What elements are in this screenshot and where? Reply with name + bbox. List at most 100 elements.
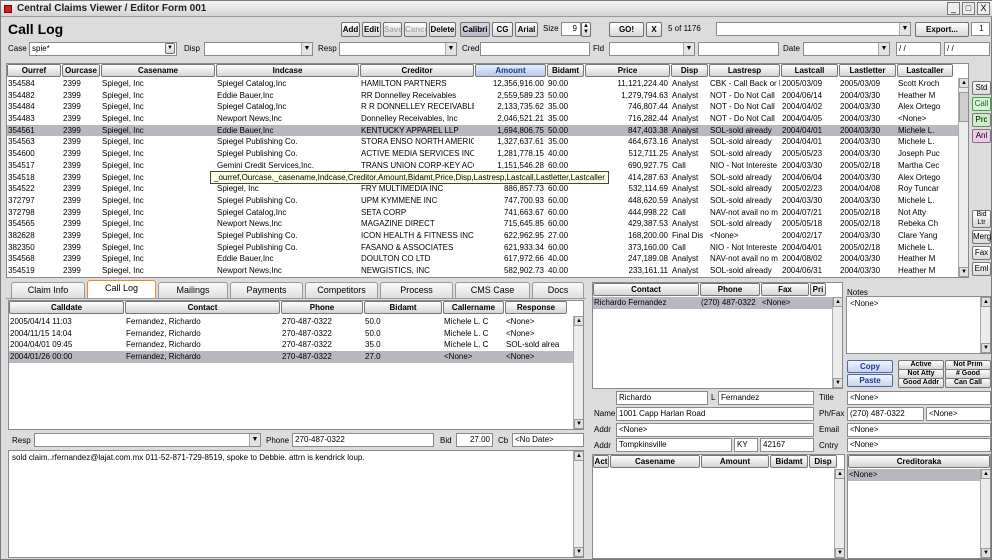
case-filter-input[interactable]: spie*	[29, 42, 177, 56]
column-header-calldate[interactable]: Calldate	[9, 301, 124, 314]
resp-filter-dropdown[interactable]: ▼	[339, 42, 457, 56]
phone-edit-input[interactable]: 270-487-0322	[292, 433, 434, 447]
fax-input[interactable]: <None>	[926, 407, 991, 421]
email-input[interactable]: <None>	[847, 423, 991, 437]
tab-call-log[interactable]: Call Log	[87, 280, 156, 298]
paste-button[interactable]: Paste	[847, 374, 893, 387]
contact-grid[interactable]: Contact Phone Fax Pri Richardo Fernandez (27…	[592, 282, 843, 389]
notes-textarea[interactable]: <None> ▲ ▼	[846, 296, 991, 354]
copy-button[interactable]: Copy	[847, 360, 893, 373]
date-from-input[interactable]: / /	[896, 42, 941, 56]
tab-claim-info[interactable]: Claim Info	[11, 282, 85, 298]
table-row[interactable]: 354600 2399 Spiegel, Inc Spiegel Publishing…	[7, 148, 958, 160]
call-note-textarea[interactable]: sold claim..rfernandez@lajat.com.mx 011-…	[8, 450, 584, 558]
table-row[interactable]: 354568 2399 Spiegel, Inc Eddie Bauer,Inc DOU…	[7, 253, 958, 265]
font-calibri-button[interactable]: Calibri	[460, 22, 490, 37]
merge-button[interactable]: Merg	[972, 230, 991, 244]
prc-button[interactable]: Prc	[972, 113, 991, 127]
date-to-input[interactable]: / /	[944, 42, 990, 56]
table-row[interactable]: 372797 2399 Spiegel, Inc Spiegel Publishing…	[7, 195, 958, 207]
anl-button[interactable]: Anl	[972, 129, 991, 143]
bid-edit-input[interactable]: 27.00	[456, 433, 493, 447]
table-row[interactable]: 354482 2399 Spiegel, Inc Eddie Bauer,Inc RR …	[7, 90, 958, 102]
can-call-button[interactable]: Can Call	[945, 378, 991, 388]
view-dropdown[interactable]: ▼	[716, 22, 911, 36]
resp-edit-dropdown[interactable]: ▼	[34, 433, 261, 447]
column-header-bidamt[interactable]: Bidamt	[547, 64, 584, 77]
column-header-phone[interactable]: Phone	[700, 283, 760, 296]
go-button[interactable]: GO!	[609, 22, 644, 37]
related-cases-grid[interactable]: Act Casename Amount Bidamt Disp ▲ ▼	[592, 454, 845, 559]
font-cg-button[interactable]: CG	[492, 22, 513, 37]
scroll-down-icon[interactable]: ▼	[574, 419, 583, 429]
table-row[interactable]: 354565 2399 Spiegel, Inc Newport News,Inc MA…	[7, 218, 958, 230]
last-name-input[interactable]: Fernandez	[718, 391, 814, 405]
table-row[interactable]: 354517 2399 Spiegel, Inc Gemini Credit Serv…	[7, 160, 958, 172]
column-header-callername[interactable]: Callername	[443, 301, 504, 314]
phone-input[interactable]: (270) 487-0322	[847, 407, 924, 421]
table-row[interactable]: 382350 2399 Spiegel, Inc Spiegel Publishing…	[7, 242, 958, 254]
state-input[interactable]: KY	[734, 438, 758, 452]
clear-search-button[interactable]: X	[646, 22, 662, 37]
column-header-phone[interactable]: Phone	[281, 301, 363, 314]
scroll-down-icon[interactable]: ▼	[833, 378, 842, 388]
first-name-input[interactable]: Richardo	[616, 391, 708, 405]
table-row[interactable]: 2004/11/15 14:04 Fernandez, Richardo 270-4…	[9, 328, 573, 340]
tab-payments[interactable]: Payments	[230, 282, 303, 298]
tab-competitors[interactable]: Competitors	[305, 282, 378, 298]
cred-filter-input[interactable]	[480, 42, 590, 56]
size-input[interactable]: 9	[561, 22, 581, 36]
good-addr-button[interactable]: Good Addr	[898, 378, 944, 388]
scroll-down-icon[interactable]: ▼	[981, 548, 990, 558]
column-header-lastcall[interactable]: Lastcall	[781, 64, 838, 77]
column-header-lastresp[interactable]: Lastresp	[709, 64, 780, 77]
tab-cms-case[interactable]: CMS Case	[455, 282, 530, 298]
scroll-up-icon[interactable]: ▲	[981, 469, 990, 479]
column-header-bidamt[interactable]: Bidamt	[770, 455, 808, 468]
column-header-ourcase[interactable]: Ourcase	[62, 64, 100, 77]
title-input[interactable]: <None>	[847, 391, 991, 405]
table-row[interactable]: 354522 2399 Spiegel, Inc Spiegel, Inc FRY MU…	[7, 183, 958, 195]
table-row[interactable]: 354519 2399 Spiegel, Inc Newport News,Inc NE…	[7, 265, 958, 277]
contact-scrollbar[interactable]: ▲ ▼	[832, 297, 842, 388]
fld-filter-dropdown[interactable]: ▼	[609, 42, 695, 56]
column-header-amount[interactable]: Amount	[701, 455, 769, 468]
table-row[interactable]: 354561 2399 Spiegel, Inc Eddie Bauer,Inc KEN…	[7, 124, 958, 137]
table-row[interactable]: 354483 2399 Spiegel, Inc Newport News,Inc Do…	[7, 113, 958, 125]
scroll-thumb[interactable]	[959, 92, 968, 122]
fax-button[interactable]: Fax	[972, 246, 991, 260]
case-dropdown-button[interactable]: ▼	[165, 43, 175, 54]
size-spinner[interactable]: ▲ ▼	[581, 22, 591, 37]
address2-input[interactable]: <None>	[616, 423, 814, 437]
column-header-bidamt[interactable]: Bidamt	[364, 301, 442, 314]
zip-input[interactable]: 42167	[760, 438, 814, 452]
column-header-response[interactable]: Response	[505, 301, 567, 314]
table-row[interactable]: 382628 2399 Spiegel, Inc Spiegel Publishing…	[7, 230, 958, 242]
contact-grid-body[interactable]: Richardo Fernandez (270) 487-0322 <None>	[593, 297, 832, 309]
callback-date-input[interactable]: <No Date>	[512, 433, 584, 447]
save-button[interactable]: Save	[383, 22, 402, 37]
address1-input[interactable]: 1001 Capp Harlan Road	[616, 407, 814, 421]
scroll-down-icon[interactable]: ▼	[574, 547, 583, 557]
scroll-down-icon[interactable]: ▼	[981, 343, 990, 353]
scroll-up-icon[interactable]: ▲	[574, 451, 583, 461]
column-header-price[interactable]: Price	[585, 64, 670, 77]
table-row[interactable]: 2004/01/26 00:00 Fernandez, Richardo 270-4…	[9, 351, 573, 363]
column-header-pri[interactable]: Pri	[810, 283, 826, 296]
maximize-button[interactable]: □	[962, 2, 975, 15]
table-row[interactable]: 354584 2399 Spiegel, Inc Spiegel Catalog,In…	[7, 78, 958, 90]
column-header-lastletter[interactable]: Lastletter	[839, 64, 896, 77]
close-button[interactable]: X	[977, 2, 990, 15]
creditoraka-scrollbar[interactable]: ▲ ▼	[980, 469, 990, 558]
column-header-ourref[interactable]: Ourref	[7, 64, 61, 77]
edit-button[interactable]: Edit	[362, 22, 381, 37]
table-row[interactable]: 354484 2399 Spiegel, Inc Spiegel Catalog,In…	[7, 101, 958, 113]
table-row[interactable]: 2004/04/01 09:45 Fernandez, Richardo 270-4…	[9, 339, 573, 351]
table-row[interactable]: 2005/04/14 11:03 Fernandez, Richardo 270-4…	[9, 316, 573, 328]
scroll-up-icon[interactable]: ▲	[981, 297, 990, 307]
call-log-grid[interactable]: Calldate Contact Phone Bidamt Callername Resp…	[8, 300, 584, 430]
tab-docs[interactable]: Docs	[532, 282, 584, 298]
creditoraka-grid[interactable]: Creditoraka <None> ▲ ▼	[847, 454, 991, 559]
notes-scrollbar[interactable]: ▲ ▼	[980, 297, 990, 353]
city-input[interactable]: Tompkinsville	[616, 438, 732, 452]
